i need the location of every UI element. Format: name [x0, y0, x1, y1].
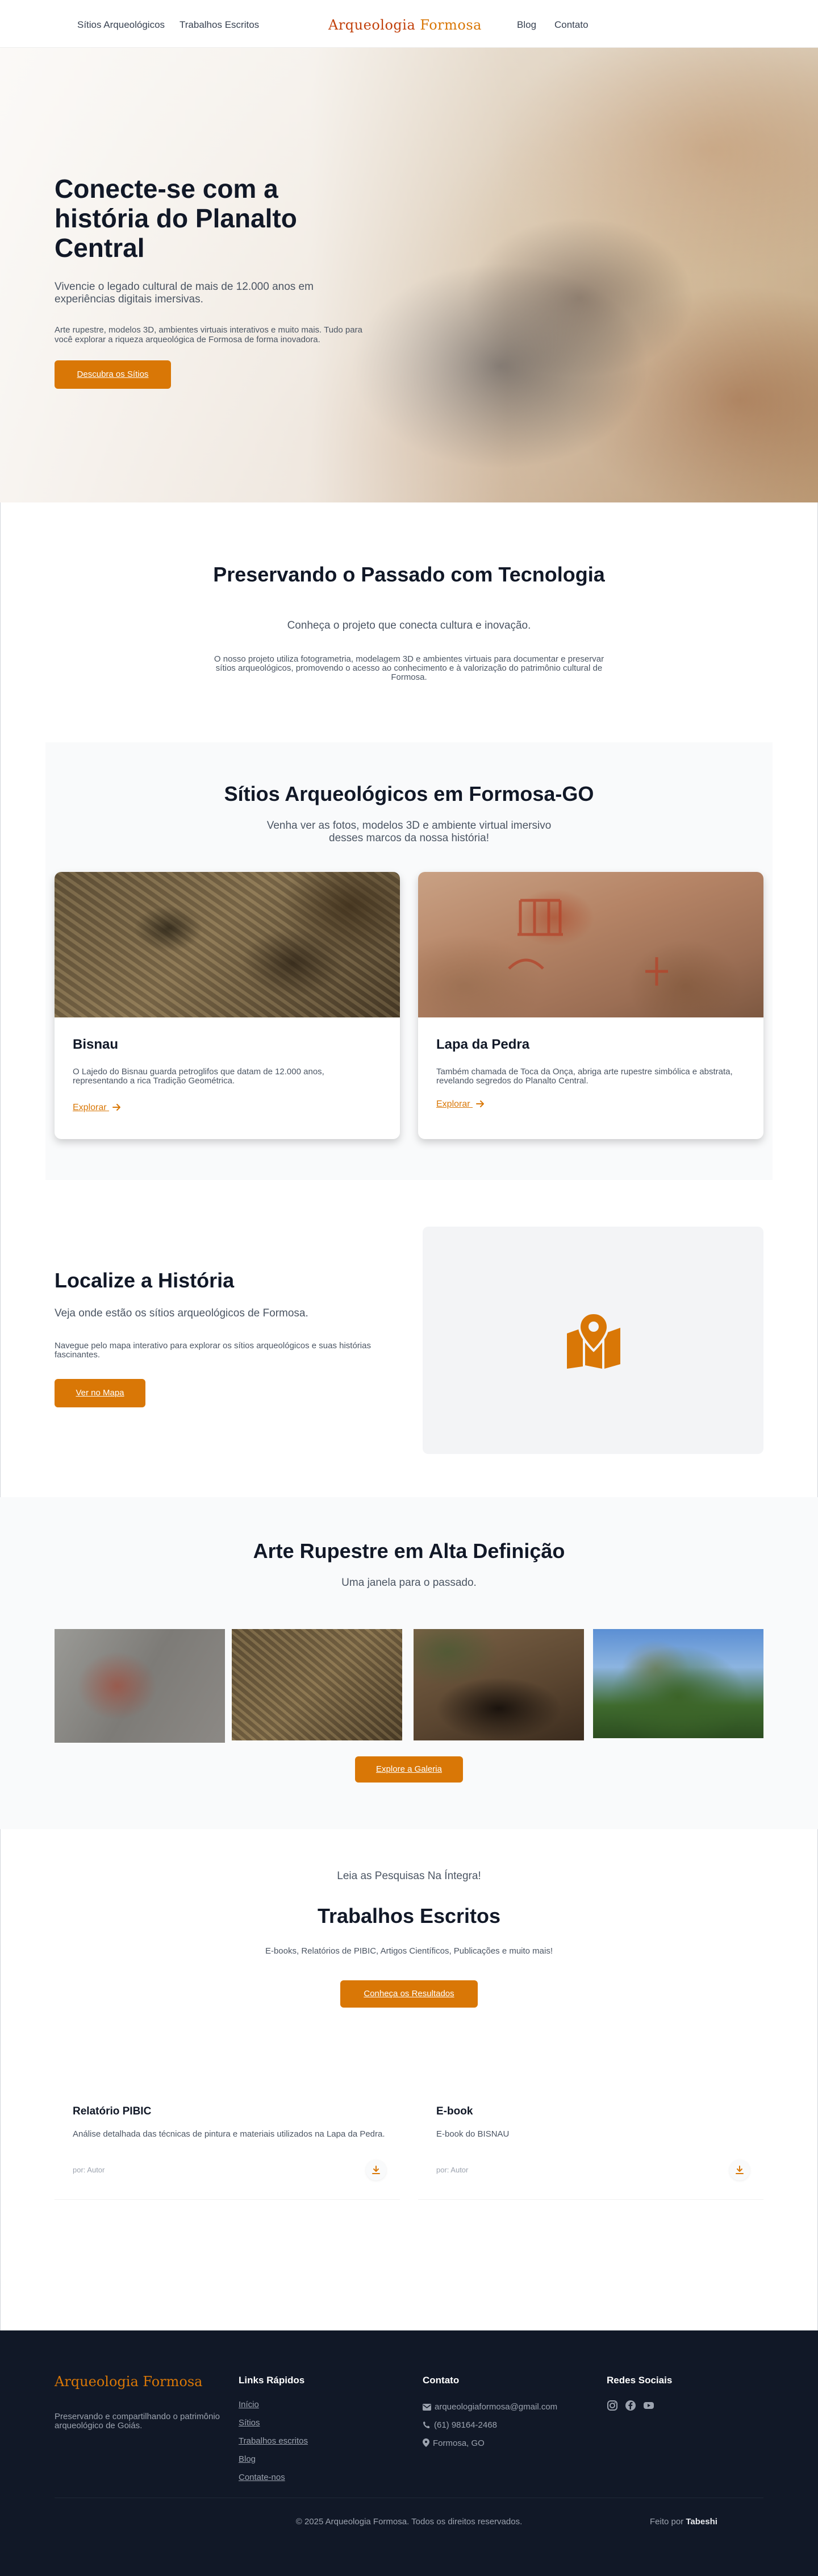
writing-desc: Análise detalhada das técnicas de pintur…	[73, 2129, 385, 2139]
gallery-subtitle: Uma janela para o passado.	[341, 1577, 477, 1589]
gallery-image[interactable]	[55, 1629, 225, 1743]
writing-desc: E-book do BISNAU	[436, 2129, 510, 2139]
site-image-lapa-da-pedra	[418, 872, 763, 1017]
site-card-title: Bisnau	[73, 1037, 119, 1052]
footer-phone[interactable]: (61) 98164-2468	[423, 2420, 497, 2430]
hero-subtitle: Vivencie o legado cultural de mais de 12…	[55, 281, 314, 305]
explore-link[interactable]: Explorar	[73, 1103, 122, 1113]
logo-word-2: Formosa	[420, 17, 482, 33]
youtube-icon[interactable]	[643, 2400, 654, 2411]
site-footer: Arqueologia Formosa Preservando e compar…	[0, 2330, 818, 2576]
footer-contact-title: Contato	[423, 2375, 460, 2386]
logo-word-1: Arqueologia	[328, 17, 416, 33]
hero-background-image	[0, 48, 818, 502]
footer-brand: Arqueologia Formosa	[55, 2374, 203, 2390]
top-navbar: Sítios Arqueológicos Trabalhos Escritos …	[0, 0, 818, 48]
mission-text: O nosso projeto utiliza fotogrametria, m…	[214, 654, 604, 682]
download-button[interactable]	[729, 2160, 750, 2180]
gallery-section: Arte Rupestre em Alta Definição Uma jane…	[0, 1497, 818, 1829]
footer-link-sites[interactable]: Sítios	[239, 2418, 260, 2428]
arrow-right-icon	[112, 1104, 121, 1111]
gallery-title: Arte Rupestre em Alta Definição	[253, 1539, 565, 1563]
map-placeholder[interactable]	[423, 1227, 763, 1454]
gallery-image[interactable]	[414, 1629, 584, 1740]
footer-phone-text: (61) 98164-2468	[434, 2420, 497, 2430]
see-results-button[interactable]: Conheça os Resultados	[340, 1980, 478, 2008]
site-image-bisnau	[55, 872, 400, 1017]
map-subtitle: Veja onde estão os sítios arqueológicos …	[55, 1307, 308, 1319]
map-text: Navegue pelo mapa interativo para explor…	[55, 1341, 371, 1360]
footer-credit-prefix: Feito por	[650, 2517, 684, 2527]
hero-title: Conecte-se com a história do Planalto Ce…	[55, 174, 297, 263]
mission-subtitle: Conheça o projeto que conecta cultura e …	[287, 620, 531, 631]
footer-credit: Feito por Tabeshi	[650, 2517, 717, 2527]
explore-link-label: Explorar	[73, 1103, 107, 1112]
hero-section: Conecte-se com a história do Planalto Ce…	[0, 48, 818, 502]
footer-location: Formosa, GO	[423, 2438, 485, 2448]
explore-gallery-button[interactable]: Explore a Galeria	[355, 1756, 463, 1783]
download-button[interactable]	[366, 2160, 386, 2180]
footer-credit-name[interactable]: Tabeshi	[686, 2517, 717, 2527]
writings-subtitle: E-books, Relatórios de PIBIC, Artigos Ci…	[265, 1946, 553, 1956]
discover-sites-button[interactable]: Descubra os Sítios	[55, 360, 171, 389]
writing-card-pibic[interactable]: Relatório PIBIC Análise detalhada das té…	[55, 2092, 400, 2200]
map-title: Localize a História	[55, 1269, 235, 1292]
site-card-bisnau[interactable]: Bisnau O Lajedo do Bisnau guarda petrogl…	[55, 872, 400, 1139]
site-card-desc: Também chamada de Toca da Onça, abriga a…	[436, 1067, 733, 1086]
view-map-button[interactable]: Ver no Mapa	[55, 1379, 145, 1407]
gallery-image[interactable]	[593, 1629, 763, 1738]
site-card-desc: O Lajedo do Bisnau guarda petroglifos qu…	[73, 1067, 324, 1086]
mission-title: Preservando o Passado com Tecnologia	[213, 563, 605, 586]
site-card-lapa-da-pedra[interactable]: Lapa da Pedra Também chamada de Toca da …	[418, 872, 763, 1139]
footer-location-text: Formosa, GO	[433, 2438, 485, 2448]
writings-eyebrow: Leia as Pesquisas Na Íntegra!	[337, 1870, 481, 1882]
writing-card-ebook[interactable]: E-book E-book do BISNAU por: Autor	[418, 2092, 763, 2200]
map-pin-icon	[567, 1312, 620, 1369]
download-icon	[736, 2166, 744, 2174]
sites-subtitle: Venha ver as fotos, modelos 3D e ambient…	[266, 820, 552, 844]
writing-author: por: Autor	[436, 2166, 469, 2174]
arrow-right-icon	[476, 1100, 485, 1107]
site-card-title: Lapa da Pedra	[436, 1037, 530, 1052]
footer-email[interactable]: arqueologiaformosa@gmail.com	[423, 2402, 557, 2412]
sites-section: Sítios Arqueológicos em Formosa-GO Venha…	[45, 742, 773, 1180]
footer-link-home[interactable]: Início	[239, 2400, 259, 2409]
footer-link-contact[interactable]: Contate-nos	[239, 2473, 285, 2482]
footer-link-blog[interactable]: Blog	[239, 2454, 256, 2464]
nav-link-writings[interactable]: Trabalhos Escritos	[180, 19, 259, 31]
footer-social-title: Redes Sociais	[607, 2375, 673, 2386]
writings-title: Trabalhos Escritos	[317, 1904, 501, 1927]
writing-title: Relatório PIBIC	[73, 2105, 152, 2117]
location-pin-icon	[423, 2438, 429, 2447]
facebook-icon[interactable]	[625, 2400, 636, 2411]
gallery-image[interactable]	[232, 1629, 402, 1740]
nav-link-blog[interactable]: Blog	[517, 19, 536, 31]
site-logo[interactable]: Arqueologia Formosa	[328, 17, 482, 33]
footer-link-writings[interactable]: Trabalhos escritos	[239, 2436, 308, 2446]
phone-icon	[423, 2421, 430, 2428]
hero-text: Arte rupestre, modelos 3D, ambientes vir…	[55, 325, 362, 344]
writing-author: por: Autor	[73, 2166, 105, 2174]
rock-art-figure	[508, 899, 668, 986]
mail-icon	[423, 2404, 431, 2411]
writing-title: E-book	[436, 2105, 473, 2117]
footer-quick-links-title: Links Rápidos	[239, 2375, 305, 2386]
nav-link-contact[interactable]: Contato	[554, 19, 589, 31]
instagram-icon[interactable]	[607, 2400, 618, 2411]
explore-link-label: Explorar	[436, 1099, 470, 1109]
sites-title: Sítios Arqueológicos em Formosa-GO	[224, 782, 594, 805]
nav-link-sites[interactable]: Sítios Arqueológicos	[77, 19, 165, 31]
explore-link[interactable]: Explorar	[436, 1099, 485, 1110]
footer-email-text: arqueologiaformosa@gmail.com	[435, 2402, 558, 2412]
footer-brand-desc: Preservando e compartilhando o patrimôni…	[55, 2412, 220, 2430]
download-icon	[372, 2166, 380, 2174]
